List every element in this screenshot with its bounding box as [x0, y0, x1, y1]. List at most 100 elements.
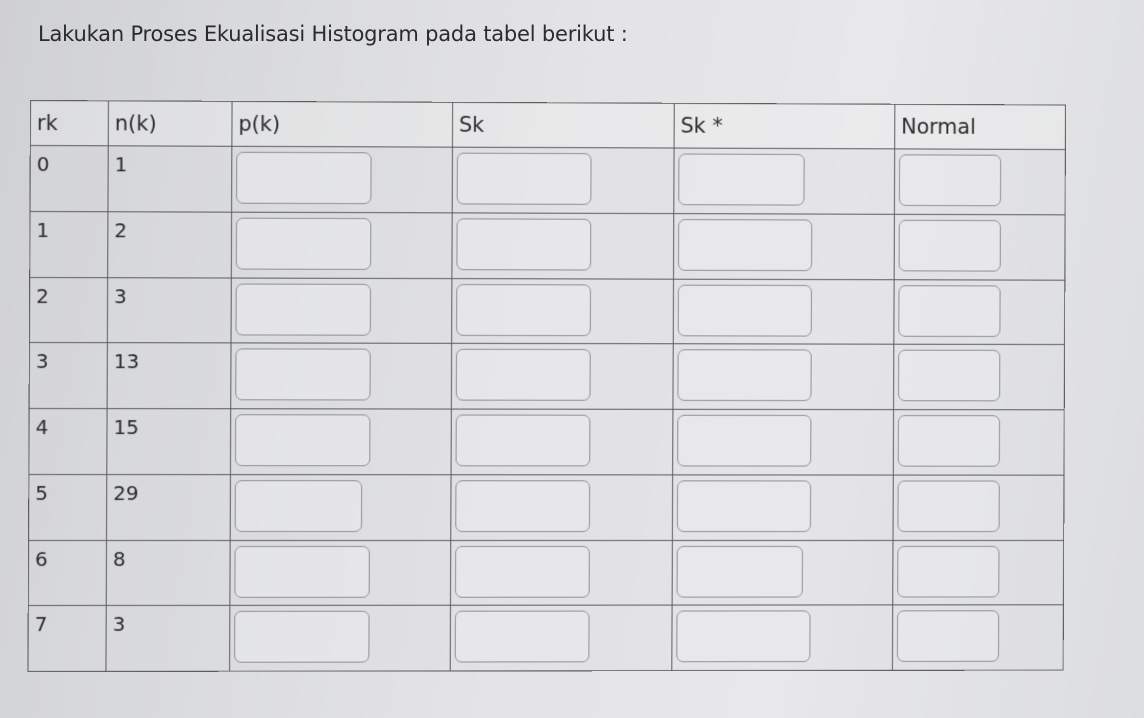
cell-pk [230, 474, 452, 540]
cell-normal [893, 344, 1065, 410]
header-sk-star: Sk * [674, 103, 895, 149]
nk-value: 13 [113, 349, 140, 374]
rk-value: 2 [36, 283, 49, 308]
cell-pk [231, 277, 452, 344]
cell-sk [450, 539, 673, 606]
histogram-table-container: rk n(k) p(k) Sk Sk * Normal 0 1 1 2 2 3 … [28, 100, 1066, 672]
sk-input[interactable] [456, 218, 592, 271]
cell-sk [451, 278, 674, 345]
cell-sk [450, 605, 673, 671]
header-normal: Normal [894, 104, 1066, 150]
cell-rk: 1 [29, 211, 108, 278]
sk-star-input[interactable] [677, 349, 812, 402]
cell-rk: 0 [30, 145, 109, 212]
normal-input[interactable] [897, 480, 1000, 532]
cell-rk: 6 [28, 540, 107, 606]
rk-value: 6 [34, 546, 48, 571]
nk-value: 1 [114, 152, 128, 177]
table-row: 0 1 [30, 145, 1066, 215]
rk-value: 1 [36, 217, 50, 242]
header-label: Sk * [680, 113, 723, 138]
header-label: Sk [458, 112, 485, 137]
cell-normal [894, 214, 1066, 280]
sk-input[interactable] [454, 610, 590, 663]
pk-input[interactable] [235, 348, 371, 401]
header-label: n(k) [114, 111, 157, 136]
sk-input[interactable] [456, 152, 592, 205]
nk-value: 29 [113, 480, 139, 505]
cell-normal [892, 539, 1064, 606]
cell-pk [231, 211, 453, 279]
cell-rk: 3 [29, 342, 108, 409]
sk-input[interactable] [455, 479, 591, 532]
sk-input[interactable] [455, 349, 591, 402]
pk-input[interactable] [235, 283, 372, 336]
table-row: 5 29 [28, 474, 1064, 541]
cell-sk-star [672, 474, 894, 540]
rk-value: 3 [35, 349, 49, 374]
pk-input[interactable] [235, 217, 372, 270]
nk-value: 2 [114, 218, 128, 243]
header-sk: Sk [452, 102, 675, 149]
sk-star-input[interactable] [676, 610, 811, 663]
table-row: 4 15 [28, 408, 1065, 475]
cell-sk-star [672, 344, 894, 410]
table-row: 2 3 [29, 277, 1065, 345]
table-row: 7 3 [28, 605, 1064, 672]
cell-sk [451, 212, 674, 279]
normal-input[interactable] [896, 610, 1000, 663]
sk-input[interactable] [455, 414, 591, 467]
sk-star-input[interactable] [677, 218, 813, 271]
sk-input[interactable] [454, 545, 590, 598]
cell-sk [451, 343, 674, 410]
cell-pk [229, 605, 451, 672]
normal-input[interactable] [898, 219, 1001, 272]
cell-sk-star [673, 278, 895, 345]
cell-normal [894, 148, 1066, 215]
cell-sk-star [672, 409, 894, 475]
table-row: 3 13 [29, 342, 1065, 410]
rk-value: 7 [34, 612, 48, 637]
normal-input[interactable] [898, 154, 1002, 207]
sk-star-input[interactable] [678, 153, 805, 206]
cell-nk: 1 [107, 145, 232, 212]
sk-star-input[interactable] [676, 545, 803, 598]
pk-input[interactable] [236, 151, 372, 205]
sk-input[interactable] [456, 283, 591, 336]
sk-star-input[interactable] [676, 480, 812, 532]
sk-star-input[interactable] [677, 284, 812, 337]
pk-input[interactable] [234, 545, 370, 598]
cell-sk [452, 147, 675, 214]
normal-input[interactable] [897, 545, 1000, 597]
pk-input[interactable] [234, 414, 371, 467]
pk-input[interactable] [234, 611, 370, 663]
nk-value: 3 [112, 612, 126, 637]
normal-input[interactable] [897, 415, 1001, 467]
cell-normal [892, 474, 1064, 540]
cell-nk: 15 [106, 408, 231, 475]
nk-value: 15 [113, 415, 139, 440]
cell-sk-star [673, 148, 895, 215]
table-header-row: rk n(k) p(k) Sk Sk * Normal [30, 100, 1066, 150]
cell-nk: 13 [107, 342, 232, 409]
nk-value: 8 [112, 546, 126, 571]
header-pk: p(k) [231, 101, 453, 148]
cell-nk: 3 [107, 277, 232, 344]
cell-sk [450, 474, 673, 540]
cell-rk: 2 [29, 277, 108, 343]
header-label: Normal [901, 114, 976, 139]
normal-input[interactable] [898, 349, 1001, 402]
histogram-equalization-table: rk n(k) p(k) Sk Sk * Normal 0 1 1 2 2 3 … [28, 100, 1067, 672]
cell-rk: 5 [28, 474, 107, 541]
cell-nk: 2 [107, 211, 232, 278]
pk-input[interactable] [234, 479, 363, 532]
cell-sk-star [673, 213, 895, 280]
header-rk: rk [30, 100, 109, 146]
cell-pk [229, 539, 451, 606]
rk-value: 4 [35, 415, 49, 440]
normal-input[interactable] [898, 284, 1001, 337]
cell-sk-star [671, 605, 893, 671]
sk-star-input[interactable] [677, 414, 812, 467]
cell-sk [451, 409, 673, 475]
cell-nk: 8 [106, 539, 231, 606]
